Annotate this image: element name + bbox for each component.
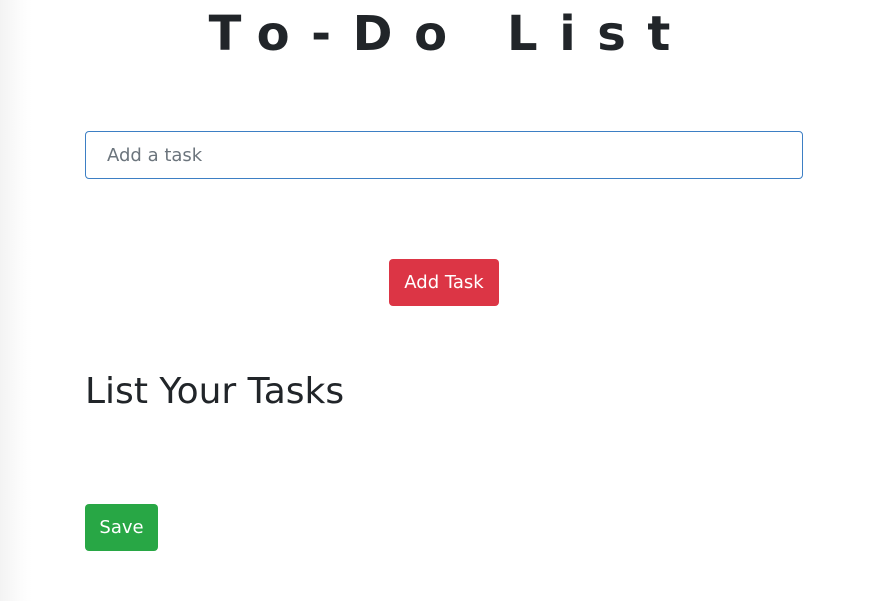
page-title: To-Do List: [208, 6, 692, 62]
task-list: [85, 430, 803, 490]
add-task-button[interactable]: Add Task: [389, 259, 499, 306]
save-button[interactable]: Save: [85, 504, 158, 551]
add-task-input[interactable]: [85, 131, 803, 179]
tasks-section-heading: List Your Tasks: [85, 371, 345, 412]
todo-app-page: To-Do List Add Task List Your Tasks Save: [0, 0, 879, 601]
